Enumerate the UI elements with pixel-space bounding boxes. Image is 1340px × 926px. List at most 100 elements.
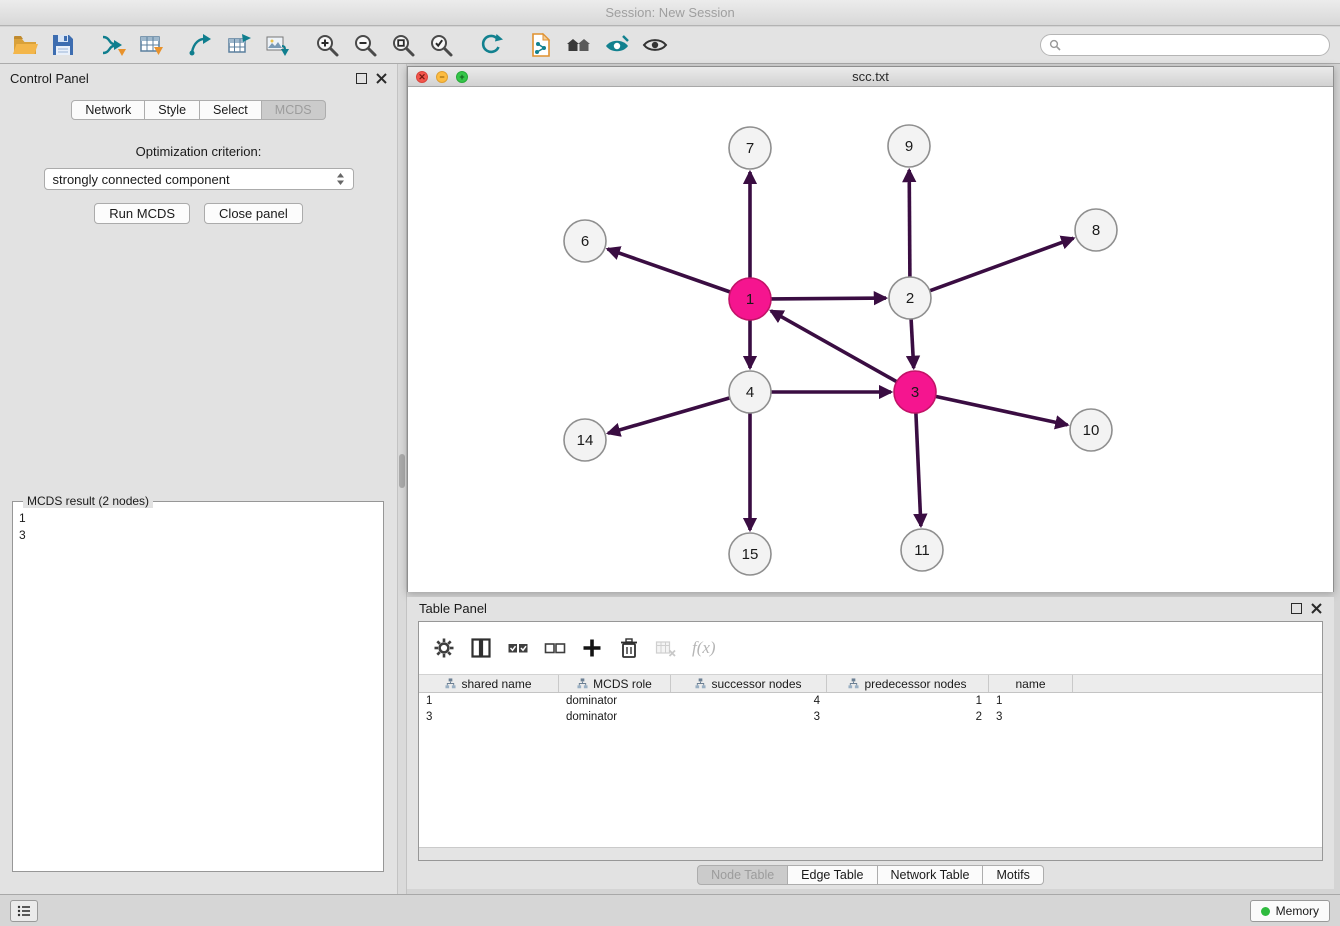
export-table-icon[interactable] <box>224 30 254 60</box>
add-column-icon[interactable] <box>581 637 603 659</box>
tab-network-table[interactable]: Network Table <box>878 865 984 885</box>
eye-icon[interactable] <box>640 30 670 60</box>
table-settings-gear-icon[interactable] <box>433 637 455 659</box>
open-session-icon[interactable] <box>10 30 40 60</box>
graph-node-15[interactable]: 15 <box>729 533 771 575</box>
refresh-icon[interactable] <box>476 30 506 60</box>
table-row[interactable]: 1dominator411 <box>419 693 1322 709</box>
graph-node-1[interactable]: 1 <box>729 278 771 320</box>
table-row[interactable]: 3dominator323 <box>419 709 1322 725</box>
panel-divider-scrollbar[interactable] <box>397 64 407 894</box>
graph-node-11[interactable]: 11 <box>901 529 943 571</box>
graph-edge-3-1[interactable] <box>771 311 897 382</box>
table-cell[interactable]: dominator <box>559 693 671 709</box>
network-canvas[interactable]: 7 9 6 8 1 2 4 3 14 10 15 11 <box>408 88 1333 592</box>
column-header-predecessor-nodes[interactable]: predecessor nodes <box>827 675 989 692</box>
table-cell[interactable]: dominator <box>559 709 671 725</box>
tab-node-table[interactable]: Node Table <box>697 865 788 885</box>
task-list-icon <box>17 905 31 917</box>
graph-edge-2-3[interactable] <box>911 319 914 368</box>
float-table-panel-icon[interactable] <box>1291 603 1302 614</box>
eye-glyph-icon <box>642 32 668 58</box>
zoom-out-icon[interactable] <box>350 30 380 60</box>
column-header-mcds-role[interactable]: MCDS role <box>559 675 671 692</box>
app-titlebar: Session: New Session <box>0 0 1340 26</box>
graph-node-3[interactable]: 3 <box>894 371 936 413</box>
table-cell[interactable]: 2 <box>827 709 989 725</box>
show-columns-icon[interactable] <box>470 637 492 659</box>
tab-style[interactable]: Style <box>145 100 200 120</box>
close-window-icon[interactable]: ✕ <box>416 71 428 83</box>
column-header-shared-name[interactable]: shared name <box>419 675 559 692</box>
minimize-window-icon[interactable]: − <box>436 71 448 83</box>
table-cell[interactable]: 3 <box>989 709 1073 725</box>
graph-edge-1-2[interactable] <box>771 298 886 299</box>
svg-text:1: 1 <box>746 291 754 308</box>
table-cell[interactable]: 3 <box>671 709 827 725</box>
zoom-window-icon[interactable]: + <box>456 71 468 83</box>
tab-mcds[interactable]: MCDS <box>262 100 326 120</box>
graph-node-8[interactable]: 8 <box>1075 209 1117 251</box>
graph-edge-3-11[interactable] <box>916 413 921 526</box>
svg-text:11: 11 <box>914 542 930 559</box>
import-network-icon[interactable] <box>98 30 128 60</box>
scrollbar-thumb[interactable] <box>399 454 405 488</box>
column-header-successor-nodes[interactable]: successor nodes <box>671 675 827 692</box>
close-panel-icon[interactable] <box>376 73 387 84</box>
mcds-result-title: MCDS result (2 nodes) <box>23 494 153 508</box>
run-mcds-button[interactable]: Run MCDS <box>94 203 190 224</box>
graph-node-9[interactable]: 9 <box>888 125 930 167</box>
tab-edge-table[interactable]: Edge Table <box>788 865 877 885</box>
graph-node-4[interactable]: 4 <box>729 371 771 413</box>
graph-node-10[interactable]: 10 <box>1070 409 1112 451</box>
graph-edge-4-14[interactable] <box>608 398 730 433</box>
table-horizontal-scrollbar[interactable] <box>419 847 1322 860</box>
criterion-select[interactable]: strongly connected component <box>44 168 354 190</box>
zoom-fit-icon[interactable] <box>388 30 418 60</box>
table-cell[interactable]: 1 <box>989 693 1073 709</box>
table-cell[interactable]: 3 <box>419 709 559 725</box>
graph-edge-2-9[interactable] <box>909 170 910 277</box>
zoom-selected-icon[interactable] <box>426 30 456 60</box>
deselect-all-rows-icon[interactable] <box>544 637 566 659</box>
graph-node-6[interactable]: 6 <box>564 220 606 262</box>
optimization-criterion-label: Optimization criterion: <box>0 144 397 159</box>
task-history-button[interactable] <box>10 900 38 922</box>
delete-column-icon[interactable] <box>618 637 640 659</box>
graph-edge-2-8[interactable] <box>930 238 1074 291</box>
network-view-window: ✕ − + scc.txt 7968124314101511 <box>407 66 1334 592</box>
table-cell[interactable]: 4 <box>671 693 827 709</box>
graph-node-14[interactable]: 14 <box>564 419 606 461</box>
graph-edge-1-6[interactable] <box>608 249 731 292</box>
graph-node-2[interactable]: 2 <box>889 277 931 319</box>
tab-network[interactable]: Network <box>71 100 145 120</box>
export-image-icon[interactable] <box>262 30 292 60</box>
export-network-icon[interactable] <box>186 30 216 60</box>
column-tree-icon <box>695 678 706 689</box>
search-input[interactable] <box>1066 38 1321 52</box>
tab-select[interactable]: Select <box>200 100 262 120</box>
home-networks-icon[interactable] <box>564 30 594 60</box>
table-cell[interactable]: 1 <box>419 693 559 709</box>
memory-button[interactable]: Memory <box>1250 900 1330 922</box>
close-table-panel-icon[interactable] <box>1311 603 1322 614</box>
select-all-rows-icon[interactable] <box>507 637 529 659</box>
save-session-icon[interactable] <box>48 30 78 60</box>
column-label: successor nodes <box>711 677 801 691</box>
import-table-icon[interactable] <box>136 30 166 60</box>
graph-edge-3-10[interactable] <box>936 396 1068 425</box>
network-document-icon[interactable] <box>526 30 556 60</box>
table-cell[interactable]: 1 <box>827 693 989 709</box>
memory-button-label: Memory <box>1276 904 1319 918</box>
zoom-in-icon[interactable] <box>312 30 342 60</box>
table-cell-filler <box>1073 693 1322 709</box>
close-panel-button[interactable]: Close panel <box>204 203 303 224</box>
style-eye-icon[interactable] <box>602 30 632 60</box>
search-field[interactable] <box>1040 34 1330 56</box>
float-panel-icon[interactable] <box>356 73 367 84</box>
graph-node-7[interactable]: 7 <box>729 127 771 169</box>
svg-text:4: 4 <box>746 384 754 401</box>
export-network-glyph-icon <box>188 32 214 58</box>
tab-motifs[interactable]: Motifs <box>983 865 1043 885</box>
column-header-name[interactable]: name <box>989 675 1073 692</box>
